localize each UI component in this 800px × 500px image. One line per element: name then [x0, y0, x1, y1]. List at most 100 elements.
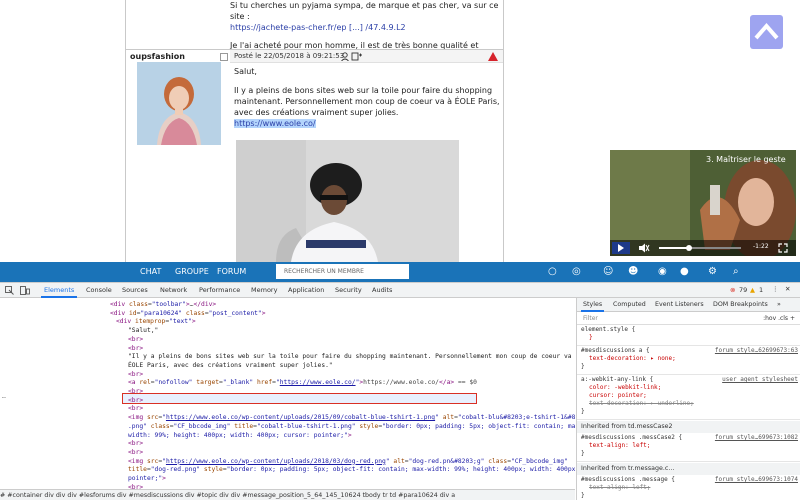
page: Si tu cherches un pyjama sympa, de marqu… [0, 0, 800, 500]
notifications-icon[interactable]: ◉ [658, 266, 671, 278]
more-tabs-icon[interactable]: » [777, 301, 781, 308]
tab-dom-breakpoints[interactable]: DOM Breakpoints [713, 301, 768, 308]
post-header: Posté le 22/05/2018 à 09:21:53 [230, 49, 503, 63]
inherited-header: Inherited from tr.message.c… [577, 463, 800, 475]
dom-node-line[interactable]: pointer;"> [128, 475, 166, 484]
tab-memory[interactable]: Memory [251, 286, 277, 294]
post-header-icons [341, 52, 363, 66]
dom-node-line[interactable]: width: 99%; height: 400px; width: 400px;… [128, 432, 352, 441]
post-text: Si tu cherches un pyjama sympa, de marqu… [230, 1, 499, 21]
warning-count: 1 [759, 286, 764, 294]
fullscreen-icon[interactable] [778, 243, 788, 253]
error-count-icon[interactable]: ⊗ [730, 286, 735, 294]
post-content: Salut, Il y a pleins de bons sites web s… [234, 66, 504, 137]
dom-node-line[interactable]: title="dog-red.png" style="border: 0px; … [128, 466, 575, 475]
dom-node-line[interactable]: <img src="https://www.eole.co/wp-content… [128, 414, 575, 423]
warning-icon[interactable]: ▲ [750, 286, 755, 294]
elements-tree[interactable]: … <div class="toolbar">…</div> <div id="p… [0, 299, 575, 492]
tab-styles[interactable]: Styles [580, 301, 605, 312]
avatar [137, 62, 221, 145]
user-icon[interactable]: ● [680, 266, 693, 278]
dom-node-line[interactable]: <br> [128, 440, 143, 449]
styles-filter-input[interactable]: Filter :hov .cls + [577, 313, 800, 325]
video-time: -1:22 [753, 243, 769, 250]
close-icon[interactable]: ✕ [785, 285, 790, 293]
dom-node-line[interactable]: <br> [128, 397, 143, 406]
nav-chat[interactable]: CHAT [140, 267, 161, 276]
dom-node-line[interactable]: <img src="https://www.eole.co/wp-content… [128, 458, 568, 467]
nav-forum[interactable]: FORUM [217, 267, 246, 276]
dom-node-line[interactable]: <div id="para10624" class="post_content"… [110, 310, 266, 319]
tab-sources[interactable]: Sources [122, 286, 148, 294]
dom-node-line[interactable]: <br> [128, 345, 143, 354]
report-warning-icon[interactable] [488, 52, 498, 61]
device-toolbar-icon[interactable] [20, 286, 30, 295]
video-progress-handle[interactable] [686, 245, 693, 251]
dom-node-line[interactable]: "Il y a pleins de bons sites web sur la … [128, 353, 575, 362]
devtools-tabs: Elements Console Sources Network Perform… [0, 283, 800, 298]
scroll-to-top-button[interactable] [750, 15, 783, 49]
devtools-panel: Elements Console Sources Network Perform… [0, 282, 800, 500]
video-progress-track[interactable] [659, 245, 741, 251]
dom-node-line[interactable]: <br> [128, 449, 143, 458]
post-link[interactable]: https://jachete-pas-cher.fr/ep [...] /47… [230, 23, 406, 32]
dom-node-line[interactable]: <div itemprop="text"> [116, 318, 196, 327]
css-rule[interactable]: element.style {} [577, 326, 800, 346]
friends-icon[interactable]: ☺ [603, 266, 616, 278]
settings-icon[interactable]: ⚙ [708, 266, 721, 278]
dom-breadcrumb[interactable]: # #container div div div #lesforums div … [0, 489, 575, 500]
css-rule[interactable]: #mesdiscussions .messCase2 {text-align: … [577, 434, 800, 462]
dom-node-line[interactable]: <a rel="nofollow" target="_blank" href="… [128, 379, 477, 388]
member-search-input[interactable]: RECHERCHER UN MEMBRE [276, 264, 409, 279]
search-icon[interactable]: ⌕ [733, 266, 746, 278]
styles-pane: Styles Computed Event Listeners DOM Brea… [576, 298, 800, 500]
video-progress-fill [659, 247, 690, 249]
tab-computed[interactable]: Computed [613, 301, 646, 308]
dom-node-line[interactable]: <br> [128, 388, 143, 397]
tab-network[interactable]: Network [160, 286, 187, 294]
author-box: oupsfashion [126, 49, 230, 262]
site-navbar: CHAT GROUPE FORUM RECHERCHER UN MEMBRE ○… [0, 262, 800, 282]
messages-icon[interactable]: ◎ [572, 266, 585, 278]
play-button[interactable] [612, 242, 630, 254]
mute-icon[interactable] [638, 243, 650, 253]
tab-elements[interactable]: Elements [40, 286, 78, 298]
post-greeting: Salut, [234, 67, 257, 76]
tab-application[interactable]: Application [288, 286, 324, 294]
author-name[interactable]: oupsfashion [130, 52, 185, 61]
css-rule[interactable]: #mesdiscussions a {text-decoration: ▸ no… [577, 347, 800, 375]
post-image[interactable] [236, 140, 459, 262]
post-date: Posté le 22/05/2018 à 09:21:53 [234, 52, 345, 60]
styles-tabs: Styles Computed Event Listeners DOM Brea… [577, 298, 800, 312]
css-rule[interactable]: a:-webkit-any-link {color: -webkit-link;… [577, 376, 800, 420]
forum-area: Si tu cherches un pyjama sympa, de marqu… [0, 0, 800, 262]
node-menu-icon[interactable]: … [2, 393, 6, 402]
tab-security[interactable]: Security [335, 286, 362, 294]
dom-node-line[interactable]: <br> [128, 336, 143, 345]
inherited-header: Inherited from td.messCase2 [577, 421, 800, 433]
groups-icon[interactable]: ☻ [628, 266, 641, 278]
error-count: 79 [739, 286, 748, 294]
filter-toggles[interactable]: :hov .cls + [763, 313, 795, 325]
dom-node-line[interactable]: <div class="toolbar">…</div> [110, 301, 216, 310]
tab-console[interactable]: Console [86, 286, 112, 294]
dom-node-line[interactable]: <br> [128, 405, 143, 414]
selected-node-highlight [122, 393, 477, 404]
dom-node-line[interactable]: "Salut," [128, 327, 158, 336]
tab-event-listeners[interactable]: Event Listeners [655, 301, 704, 308]
dom-node-line[interactable]: .png" class="CF_bbcode_img" title="cobal… [128, 423, 575, 432]
post-body: Il y a pleins de bons sites web sur la t… [234, 86, 500, 117]
tab-performance[interactable]: Performance [199, 286, 240, 294]
chat-icon[interactable]: ○ [548, 266, 561, 278]
tab-audits[interactable]: Audits [372, 286, 392, 294]
post-link[interactable]: https://www.eole.co/ [234, 119, 316, 128]
more-options-icon[interactable]: ⋮ [772, 285, 779, 293]
nav-groupe[interactable]: GROUPE [175, 267, 209, 276]
profile-icon[interactable] [220, 53, 228, 61]
video-player[interactable]: 3. Maîtriser le geste -1:22 [610, 150, 796, 256]
dom-node-line[interactable]: <br> [128, 371, 143, 380]
filter-placeholder: Filter [583, 315, 598, 322]
inspect-icon[interactable] [5, 286, 14, 295]
dom-node-line[interactable]: ÉOLE Paris, avec des créations vraiment … [128, 362, 333, 371]
css-rule[interactable]: #mesdiscussions .message {text-align: le… [577, 476, 800, 500]
